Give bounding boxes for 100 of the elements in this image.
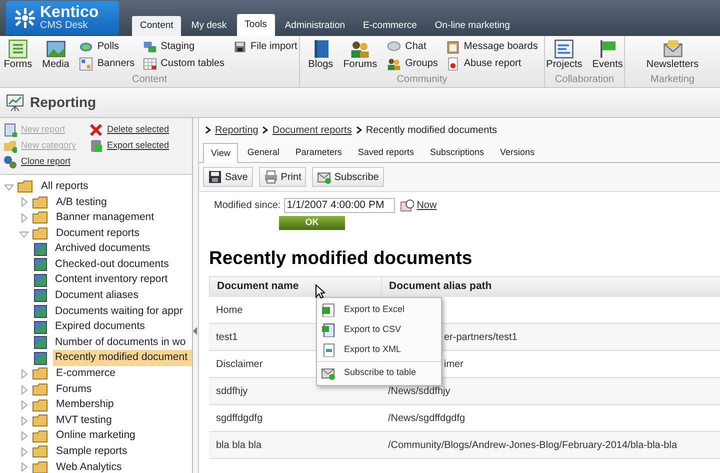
collapsed-arrow-icon[interactable] [19, 446, 29, 457]
toolbar-button[interactable]: Subscribe [312, 167, 384, 187]
envelope-icon [662, 39, 682, 59]
collapsed-arrow-icon[interactable] [19, 431, 29, 442]
toolbar-button[interactable]: Print [258, 167, 306, 187]
logo-name: Kentico [40, 5, 99, 21]
tree-item[interactable]: Number of documents in wo [53, 334, 188, 351]
tree-item[interactable]: Online marketing [54, 428, 138, 444]
people-icon [350, 39, 370, 59]
folder-icon [17, 180, 33, 194]
tree-item[interactable]: Document aliases [53, 288, 140, 304]
ribbon-button[interactable]: Blogs [306, 39, 336, 72]
report-icon [34, 274, 47, 287]
tree-item[interactable]: Membership [54, 397, 116, 413]
tree-item[interactable]: Banner management [54, 210, 156, 226]
ribbon-button[interactable]: Banners [79, 56, 135, 71]
ribbon-button[interactable]: Media [40, 39, 72, 72]
tab[interactable]: View [203, 143, 238, 163]
ribbon-button[interactable]: Newsletters [644, 39, 701, 72]
ribbon-button[interactable]: File import [232, 39, 298, 54]
report-icon [34, 258, 47, 272]
tab[interactable]: Subscriptions [422, 143, 491, 162]
collapsed-arrow-icon[interactable] [19, 400, 29, 410]
printer-icon [264, 170, 278, 184]
page-plus-icon [3, 123, 17, 137]
tree-item[interactable]: Recently modified document [53, 350, 192, 366]
image-icon [46, 39, 66, 59]
expanded-arrow-icon[interactable] [4, 182, 14, 192]
report-icon [34, 305, 47, 318]
folder-icon [32, 227, 48, 240]
asterisk-icon [14, 7, 36, 29]
ribbon-button[interactable]: Polls [79, 39, 135, 54]
tab[interactable]: Saved reports [350, 143, 421, 162]
people-icon [387, 56, 402, 70]
tree-item[interactable]: All reports [39, 178, 90, 195]
ribbon-button[interactable]: Projects [544, 39, 584, 72]
ribbon-button[interactable]: Events [590, 39, 625, 72]
tab[interactable]: Versions [492, 143, 542, 162]
collapsed-arrow-icon[interactable] [19, 384, 29, 395]
tree-item[interactable]: Content inventory report [53, 272, 170, 288]
ribbon-button[interactable]: Groups [387, 56, 438, 71]
action-link[interactable]: Export selected [89, 139, 189, 153]
spreadsheet-icon [321, 323, 335, 338]
page-icon [446, 56, 460, 70]
tree-item[interactable]: Archived documents [53, 241, 152, 258]
report-icon [34, 242, 47, 256]
breadcrumb-link[interactable]: Document reports [272, 122, 352, 138]
collapsed-arrow-icon[interactable] [19, 462, 29, 472]
tree-item[interactable]: Expired documents [53, 319, 147, 336]
app-tab[interactable]: On-line marketing [426, 16, 518, 36]
collapsed-arrow-icon[interactable] [19, 368, 29, 379]
breadcrumb-link[interactable]: Reporting [215, 122, 258, 138]
action-link[interactable]: Delete selected [89, 123, 189, 137]
disc-icon [79, 40, 94, 54]
envelope-icon [317, 170, 332, 184]
collapsed-arrow-icon[interactable] [19, 197, 29, 208]
ribbon-button[interactable]: Chat [387, 39, 438, 54]
tree-item[interactable]: Document reports [54, 226, 142, 242]
table-cell: /Community/Blogs/Andrew-Jones-Blog/February-2014/bla-bla-bla [381, 432, 720, 460]
app-tab[interactable]: My desk [183, 16, 235, 36]
chevron-icon [205, 126, 211, 134]
folder-icon [32, 445, 48, 458]
app-tab[interactable]: E-commerce [355, 16, 425, 36]
toolbar-button[interactable]: Save [203, 167, 253, 187]
tree-item[interactable]: Web Analytics [54, 460, 124, 473]
action-link[interactable]: Clone report [3, 155, 89, 169]
ribbon-button[interactable]: Forums [341, 39, 380, 72]
collapsed-arrow-icon[interactable] [19, 416, 29, 426]
ribbon-button[interactable]: Staging [142, 39, 225, 54]
tab[interactable]: Parameters [288, 143, 349, 162]
ok-button[interactable]: OK [279, 216, 345, 230]
tree-item[interactable]: Documents waiting for appr [53, 304, 185, 320]
collapsed-arrow-icon[interactable] [19, 212, 29, 223]
list-icon [8, 39, 28, 59]
spreadsheet-icon [321, 303, 335, 318]
app-tab[interactable]: Content [132, 16, 182, 36]
app-tab[interactable]: Administration [276, 16, 354, 36]
ribbon-button[interactable]: Custom tables [142, 56, 225, 71]
ribbon-group-label: Content [132, 73, 168, 87]
tree-item[interactable]: A/B testing [54, 194, 109, 210]
tree-item[interactable]: Checked-out documents [53, 256, 171, 273]
ribbon-button[interactable]: Message boards [446, 39, 538, 54]
page-title: Reporting [30, 93, 96, 112]
column-header: Document alias path [381, 277, 720, 298]
tree-item[interactable]: Sample reports [54, 444, 130, 460]
ribbon-button[interactable]: Forms [2, 39, 34, 72]
report-icon [34, 289, 47, 302]
logo-subtitle: CMS Desk [40, 21, 89, 31]
ribbon-button[interactable]: Abuse report [446, 56, 538, 71]
date-field[interactable]: 1/1/2007 4:00:00 PM [284, 198, 395, 213]
tree-item[interactable]: E-commerce [54, 366, 118, 382]
ribbon-group-label: Collaboration [555, 73, 614, 87]
tab[interactable]: General [240, 143, 286, 162]
tree-item[interactable]: Forums [54, 382, 94, 398]
tree-item[interactable]: MVT testing [54, 412, 114, 429]
expanded-arrow-icon[interactable] [19, 228, 29, 239]
table-cell: /News/sddfhjy [381, 378, 720, 406]
now-link[interactable]: Now [416, 198, 437, 213]
field-label: Modified since: [214, 199, 281, 213]
app-tab[interactable]: Tools [236, 14, 275, 36]
